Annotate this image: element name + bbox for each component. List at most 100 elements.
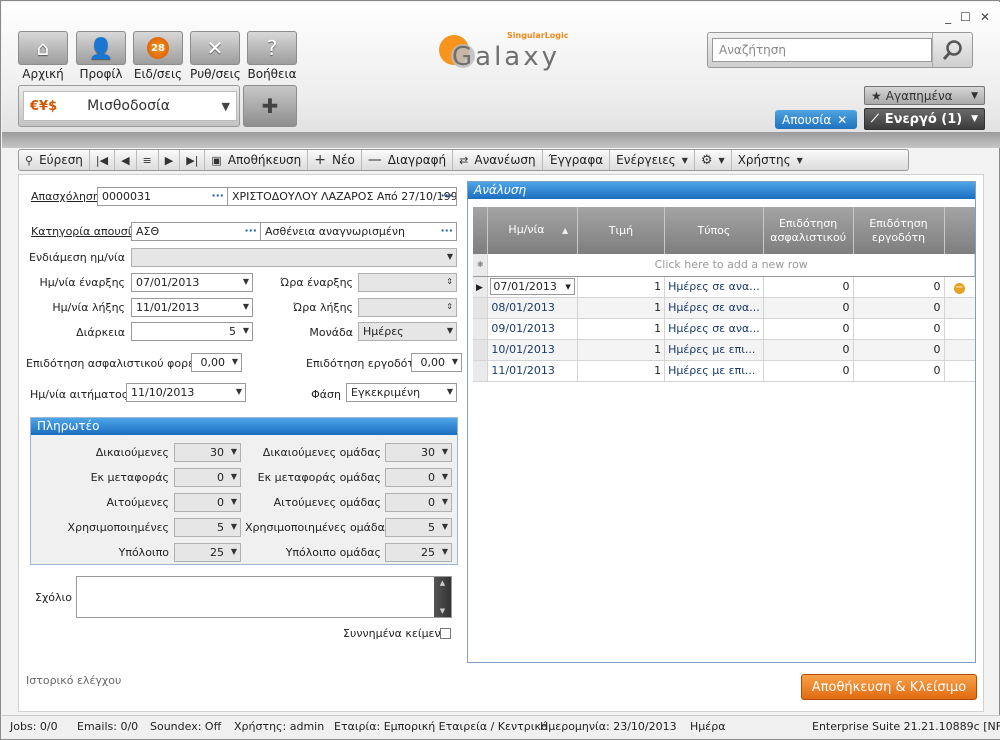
prev-record-button[interactable]: ◀ <box>115 150 137 170</box>
grid-cell-value[interactable]: 1 <box>577 297 666 319</box>
grid-cell-insurer[interactable]: 0 <box>763 276 854 298</box>
col-header-insurer[interactable]: Επιδότηση ασφαλιστικού <box>763 207 854 254</box>
row-selector[interactable] <box>473 360 489 382</box>
payable-group-value-field[interactable]: 30 ▼ <box>385 443 452 462</box>
payable-group-value-field[interactable]: 5 ▼ <box>385 518 452 537</box>
delete-button[interactable]: — Διαγραφή <box>362 150 454 170</box>
grid-cell-date[interactable]: 11/01/2013 <box>487 360 578 382</box>
remove-row-icon[interactable]: − <box>954 282 965 294</box>
new-row[interactable]: ✱ Click here to add a new row <box>473 254 975 277</box>
end-time-field[interactable]: ⇕ <box>358 298 457 317</box>
grid-cell-insurer[interactable]: 0 <box>763 339 854 361</box>
employment-code-field[interactable]: 0000031 ··· <box>97 187 228 206</box>
close-tab-icon[interactable]: ✕ <box>837 113 847 127</box>
new-row-hint[interactable]: Click here to add a new row <box>487 254 975 277</box>
request-date-field[interactable]: 11/10/2013 ▼ <box>126 383 246 402</box>
lookup-icon[interactable]: ··· <box>440 224 453 237</box>
payable-value-field[interactable]: 0 ▼ <box>174 493 241 512</box>
duration-field[interactable]: 5 ▼ <box>131 322 253 341</box>
minimize-icon[interactable]: _ <box>945 10 951 24</box>
documents-button[interactable]: Έγγραφα <box>543 150 611 170</box>
grid-cell-date[interactable]: 07/01/2013 ▼ <box>487 276 578 298</box>
end-date-field[interactable]: 11/01/2013 ▼ <box>131 298 253 317</box>
payable-value-field[interactable]: 5 ▼ <box>174 518 241 537</box>
row-selector[interactable] <box>473 297 489 319</box>
category-label[interactable]: Κατηγορία απουσίας <box>31 225 145 238</box>
grid-cell-type[interactable]: Ημέρες με επι... <box>664 339 764 361</box>
table-row[interactable]: 08/01/2013 1 Ημέρες σε ανα... 0 0 <box>473 297 975 319</box>
grid-cell-value[interactable]: 1 <box>577 339 666 361</box>
category-code-field[interactable]: ΑΣΘ ··· <box>131 222 261 241</box>
last-record-button[interactable]: ▶| <box>180 150 206 170</box>
unit-field[interactable]: Ημέρες ▼ <box>358 322 457 341</box>
row-selector[interactable]: ▶ <box>473 276 489 298</box>
nav-notifications-button[interactable]: 28 Ειδ/σεις <box>133 31 183 81</box>
payable-group-value-field[interactable]: 0 ▼ <box>385 468 452 487</box>
grid-cell-type[interactable]: Ημέρες σε ανα... <box>664 276 764 298</box>
grid-cell-value[interactable]: 1 <box>577 276 666 298</box>
insurer-subsidy-field[interactable]: 0,00 ▼ <box>191 353 242 372</box>
grid-cell-date[interactable]: 10/01/2013 <box>487 339 578 361</box>
payable-group-value-field[interactable]: 25 ▼ <box>385 543 452 562</box>
start-time-field[interactable]: ⇕ <box>358 273 457 292</box>
category-desc-field[interactable]: Ασθένεια αναγνωρισμένη ··· <box>260 222 457 241</box>
employer-subsidy-field[interactable]: 0,00 ▼ <box>411 353 462 372</box>
lookup-icon[interactable]: ··· <box>244 224 257 237</box>
close-window-icon[interactable]: ✕ <box>980 10 990 24</box>
search-input[interactable]: Αναζήτηση <box>712 38 932 62</box>
lookup-icon[interactable]: ··· <box>211 189 224 202</box>
col-header-date[interactable]: Ημ/νία ▲ <box>487 207 578 254</box>
search-button[interactable] <box>932 33 972 67</box>
maximize-icon[interactable]: ☐ <box>960 10 971 24</box>
options-button[interactable]: ⚙ ▼ <box>695 150 732 170</box>
payable-value-field[interactable]: 0 ▼ <box>174 468 241 487</box>
employment-desc-field[interactable]: ΧΡΙΣΤΟΔΟΥΛΟΥ ΛΑΖΑΡΟΣ Από 27/10/1997 ··· <box>227 187 457 206</box>
module-selector[interactable]: €¥$ Μισθοδοσία ▼ <box>18 85 240 127</box>
col-header-type[interactable]: Τύπος <box>664 207 764 254</box>
audit-history-link[interactable]: Ιστορικό ελέγχου <box>26 674 121 687</box>
find-button[interactable]: ⚲ Εύρεση <box>19 150 90 170</box>
nav-profile-button[interactable]: 👤 Προφίλ <box>76 31 126 81</box>
payable-value-field[interactable]: 30 ▼ <box>174 443 241 462</box>
row-selector[interactable] <box>473 339 489 361</box>
refresh-button[interactable]: ⇄ Ανανέωση <box>453 150 543 170</box>
grid-cell-type[interactable]: Ημέρες με επι... <box>664 360 764 382</box>
nav-help-button[interactable]: ? Βοήθεια <box>247 31 297 81</box>
grid-cell-type[interactable]: Ημέρες σε ανα... <box>664 297 764 319</box>
employment-label[interactable]: Απασχόληση <box>31 190 100 203</box>
comment-textarea[interactable]: ▲ ▼ <box>76 576 452 618</box>
grid-cell-value[interactable]: 1 <box>577 318 666 340</box>
grid-cell-employer[interactable]: 0 <box>853 360 945 382</box>
col-header-employer[interactable]: Επιδότηση εργοδότη <box>853 207 945 254</box>
grid-cell-insurer[interactable]: 0 <box>763 318 854 340</box>
grid-cell-date[interactable]: 09/01/2013 <box>487 318 578 340</box>
intermediate-date-field[interactable]: ▼ <box>131 248 457 267</box>
nav-settings-button[interactable]: ✕ Ρυθ/σεις <box>190 31 241 81</box>
table-row[interactable]: 09/01/2013 1 Ημέρες σε ανα... 0 0 <box>473 318 975 340</box>
grid-cell-employer[interactable]: 0 <box>853 276 945 298</box>
start-date-field[interactable]: 07/01/2013 ▼ <box>131 273 253 292</box>
grid-cell-employer[interactable]: 0 <box>853 297 945 319</box>
grid-cell-employer[interactable]: 0 <box>853 339 945 361</box>
active-windows-button[interactable]: ⟋ Ενεργό (1) ▼ <box>864 108 985 130</box>
nav-home-button[interactable]: ⌂ Αρχική <box>18 31 68 81</box>
new-button[interactable]: + Νέο <box>308 150 362 170</box>
grid-cell-insurer[interactable]: 0 <box>763 297 854 319</box>
open-tab-absence[interactable]: Απουσία ✕ <box>775 110 857 129</box>
save-button[interactable]: ▣ Αποθήκευση <box>205 150 309 170</box>
col-header-value[interactable]: Τιμή <box>577 207 666 254</box>
user-button[interactable]: Χρήστης ▼ <box>732 150 809 170</box>
table-row[interactable]: 10/01/2013 1 Ημέρες με επι... 0 0 <box>473 339 975 361</box>
list-button[interactable]: ≡ <box>137 150 159 170</box>
favorites-button[interactable]: ★ Αγαπημένα ▼ <box>864 86 985 105</box>
payable-group-value-field[interactable]: 0 ▼ <box>385 493 452 512</box>
date-editor[interactable]: 07/01/2013 ▼ <box>490 278 575 295</box>
phase-field[interactable]: Εγκεκριμένη ▼ <box>346 383 457 402</box>
table-row[interactable]: ▶ 07/01/2013 ▼ 1 Ημέρες σε ανα... 0 0− <box>473 276 975 298</box>
grid-cell-employer[interactable]: 0 <box>853 318 945 340</box>
payable-value-field[interactable]: 25 ▼ <box>174 543 241 562</box>
save-close-button[interactable]: Αποθήκευση & Κλείσιμο <box>801 674 977 700</box>
lookup-icon[interactable]: ··· <box>440 189 453 202</box>
grid-cell-date[interactable]: 08/01/2013 <box>487 297 578 319</box>
table-row[interactable]: 11/01/2013 1 Ημέρες με επι... 0 0 <box>473 360 975 382</box>
